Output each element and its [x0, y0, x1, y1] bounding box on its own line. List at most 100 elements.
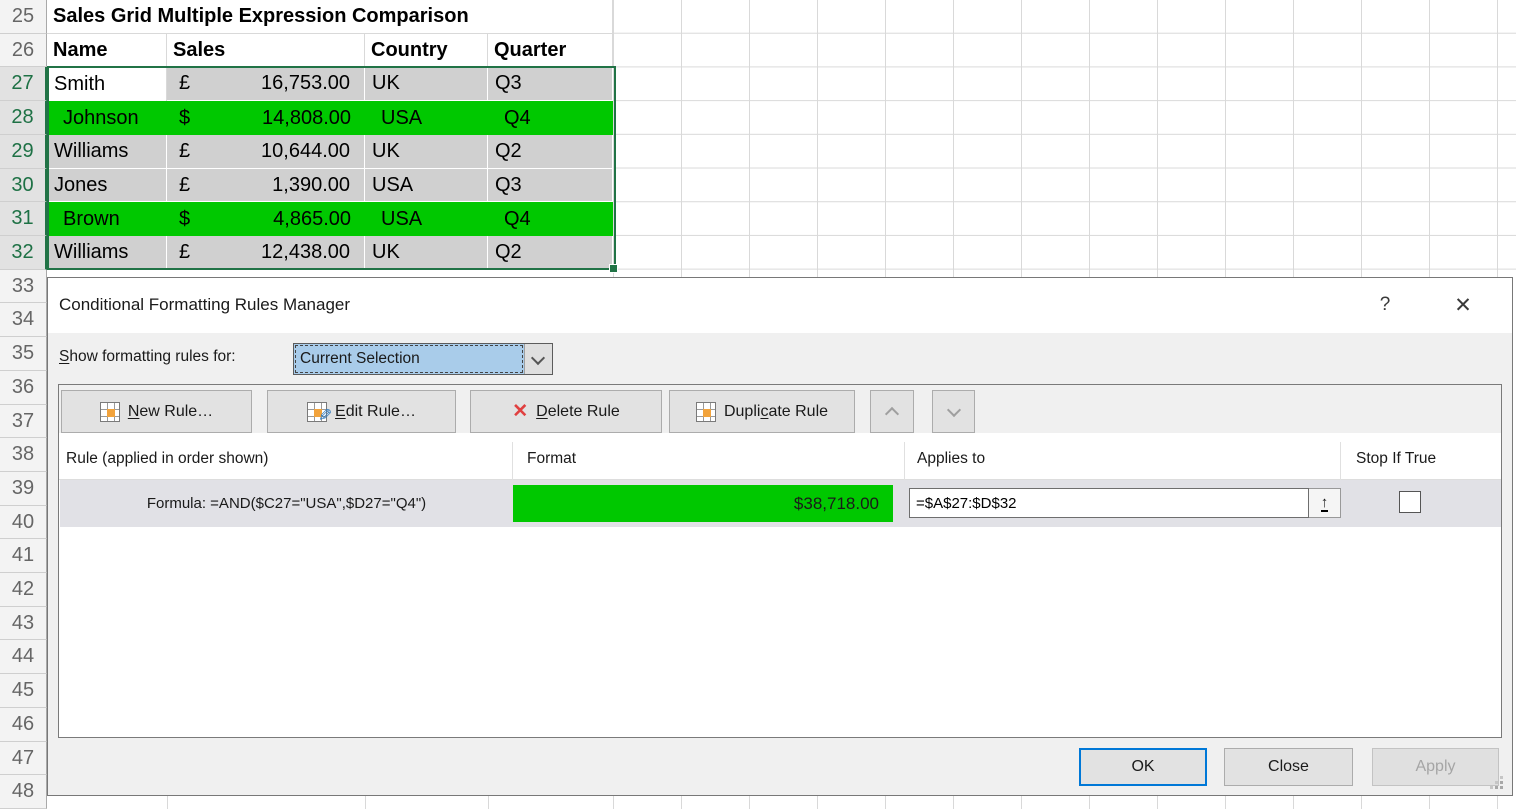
cell-quarter-27[interactable]: Q3	[488, 67, 613, 101]
column-divider	[512, 442, 513, 480]
gridline	[1361, 796, 1362, 809]
rule-format-preview: $38,718.00	[513, 485, 893, 522]
column-header-stop-if-true: Stop If True	[1356, 450, 1436, 468]
row-header-31[interactable]: 31	[0, 202, 47, 236]
cell-sales-27[interactable]: £16,753.00	[167, 67, 365, 101]
column-header-cell-quarter[interactable]: Quarter	[488, 34, 613, 67]
row-header-27[interactable]: 27	[0, 67, 47, 101]
collapse-range-picker-button[interactable]: ↑	[1309, 488, 1341, 518]
move-rule-down-button[interactable]	[932, 390, 975, 433]
row-header-26[interactable]: 26	[0, 34, 47, 67]
column-divider	[904, 442, 905, 480]
dropdown-button[interactable]	[524, 344, 552, 374]
cell-name-27[interactable]: Smith	[47, 67, 167, 101]
row-header-39[interactable]: 39	[0, 472, 47, 506]
cell-name-31[interactable]: Brown	[47, 202, 167, 236]
row-header-25[interactable]: 25	[0, 0, 47, 34]
row-header-42[interactable]: 42	[0, 573, 47, 607]
sheet-title-cell[interactable]: Sales Grid Multiple Expression Compariso…	[47, 0, 613, 34]
fill-handle[interactable]	[609, 264, 618, 273]
cell-country-31[interactable]: USA	[365, 202, 488, 236]
cell-country-27[interactable]: UK	[365, 67, 488, 101]
delete-rule-button[interactable]: ✕ Delete Rule	[470, 390, 662, 433]
row-header-47[interactable]: 47	[0, 742, 47, 775]
gridline	[1225, 796, 1226, 809]
rules-group-box: New Rule… ✎ Edit Rule… ✕ Delete Rule Dup…	[58, 384, 1502, 738]
column-header-applies-to: Applies to	[917, 450, 985, 468]
spreadsheet-empty-grid[interactable]	[613, 0, 1516, 277]
gridline	[953, 796, 954, 809]
close-icon[interactable]: ✕	[1448, 290, 1478, 320]
edit-rule-button[interactable]: ✎ Edit Rule…	[267, 390, 456, 433]
row-header-41[interactable]: 41	[0, 539, 47, 573]
row-header-33[interactable]: 33	[0, 270, 47, 303]
gridline	[613, 796, 614, 809]
row-header-36[interactable]: 36	[0, 371, 47, 405]
cell-name-28[interactable]: Johnson	[47, 101, 167, 135]
delete-x-icon: ✕	[512, 400, 528, 423]
row-header-48[interactable]: 48	[0, 775, 47, 809]
cell-sales-31[interactable]: $4,865.00	[167, 202, 365, 236]
show-rules-dropdown-value[interactable]: Current Selection	[294, 344, 524, 374]
row-header-43[interactable]: 43	[0, 607, 47, 640]
applies-to-field-group: ↑	[909, 488, 1342, 518]
column-header-cell-sales[interactable]: Sales	[167, 34, 365, 67]
new-rule-button[interactable]: New Rule…	[61, 390, 252, 433]
cell-country-32[interactable]: UK	[365, 236, 488, 270]
gridline	[488, 796, 489, 809]
show-rules-label-rest: how formatting rules for:	[69, 348, 235, 365]
cell-quarter-32[interactable]: Q2	[488, 236, 613, 270]
row-header-46[interactable]: 46	[0, 708, 47, 742]
row-header-34[interactable]: 34	[0, 303, 47, 337]
row-header-29[interactable]: 29	[0, 135, 47, 169]
row-header-32[interactable]: 32	[0, 236, 47, 270]
edit-rule-label: Edit Rule…	[335, 403, 416, 421]
column-header-cell-name[interactable]: Name	[47, 34, 167, 67]
column-header-cell-country[interactable]: Country	[365, 34, 488, 67]
gridline	[749, 796, 750, 809]
row-header-44[interactable]: 44	[0, 640, 47, 674]
show-rules-label: Show formatting rules for:	[59, 348, 236, 366]
row-header-37[interactable]: 37	[0, 405, 47, 438]
collapse-arrow-icon: ↑	[1321, 495, 1329, 512]
dialog-title: Conditional Formatting Rules Manager	[59, 295, 350, 315]
duplicate-rule-button[interactable]: Duplicate Rule	[669, 390, 855, 433]
row-header-35[interactable]: 35	[0, 337, 47, 371]
row-header-40[interactable]: 40	[0, 506, 47, 539]
cell-sales-29[interactable]: £10,644.00	[167, 135, 365, 169]
show-rules-label-accesskey: S	[59, 348, 69, 365]
cell-name-30[interactable]: Jones	[47, 169, 167, 202]
cell-country-28[interactable]: USA	[365, 101, 488, 135]
applies-to-input[interactable]	[909, 488, 1309, 518]
cell-quarter-29[interactable]: Q2	[488, 135, 613, 169]
cell-quarter-28[interactable]: Q4	[488, 101, 613, 135]
cell-name-29[interactable]: Williams	[47, 135, 167, 169]
show-rules-dropdown[interactable]: Current Selection	[293, 343, 553, 375]
dialog-titlebar[interactable]: Conditional Formatting Rules Manager ? ✕	[48, 278, 1512, 333]
row-header-45[interactable]: 45	[0, 674, 47, 708]
cell-quarter-30[interactable]: Q3	[488, 169, 613, 202]
resize-grip[interactable]	[1488, 776, 1504, 790]
cell-quarter-31[interactable]: Q4	[488, 202, 613, 236]
row-header-30[interactable]: 30	[0, 169, 47, 202]
cell-sales-28[interactable]: $14,808.00	[167, 101, 365, 135]
spreadsheet-bottom-strip[interactable]	[47, 796, 1516, 809]
column-divider	[1340, 442, 1341, 480]
ok-button[interactable]: OK	[1079, 748, 1207, 786]
close-button[interactable]: Close	[1224, 748, 1353, 786]
cell-country-30[interactable]: USA	[365, 169, 488, 202]
row-header-38[interactable]: 38	[0, 438, 47, 472]
cell-sales-32[interactable]: £12,438.00	[167, 236, 365, 270]
apply-button[interactable]: Apply	[1372, 748, 1499, 786]
gridline	[1429, 796, 1430, 809]
rule-list-item[interactable]: Formula: =AND($C27="USA",$D27="Q4") $38,…	[60, 480, 1501, 527]
move-rule-up-button[interactable]	[870, 390, 914, 433]
cell-country-29[interactable]: UK	[365, 135, 488, 169]
cell-sales-30[interactable]: £1,390.00	[167, 169, 365, 202]
column-header-format: Format	[527, 450, 576, 468]
row-header-28[interactable]: 28	[0, 101, 47, 135]
gridline	[885, 796, 886, 809]
help-icon[interactable]: ?	[1370, 290, 1400, 320]
cell-name-32[interactable]: Williams	[47, 236, 167, 270]
stop-if-true-checkbox[interactable]	[1399, 491, 1421, 513]
